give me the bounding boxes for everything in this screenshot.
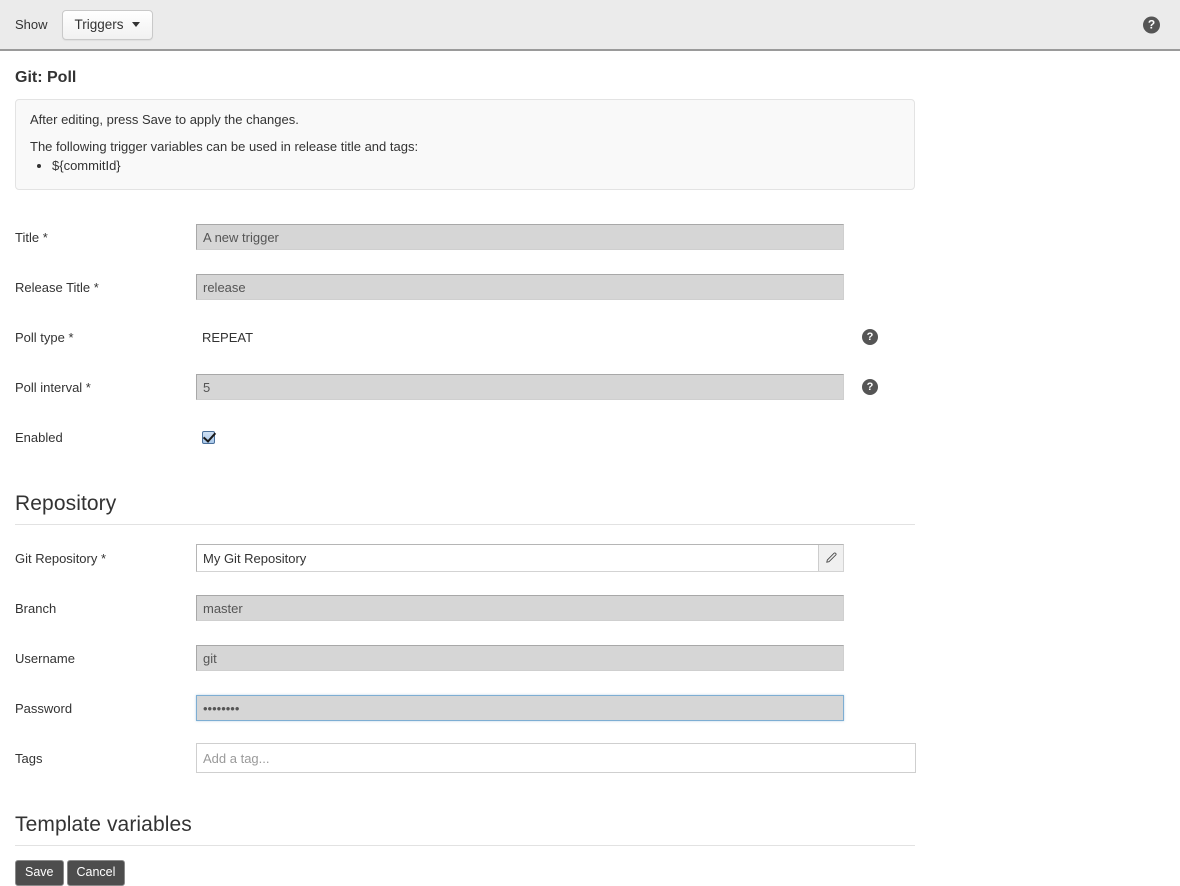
form-row-branch: Branch: [15, 583, 1165, 633]
poll-type-value: REPEAT: [202, 329, 254, 345]
poll-type-help-icon[interactable]: ?: [862, 329, 878, 345]
info-box-line-1: After editing, press Save to apply the c…: [30, 112, 299, 127]
form-row-title: Title *: [15, 212, 1165, 262]
template-variables-section-heading: Template variables: [15, 813, 192, 836]
repository-section-heading: Repository: [15, 492, 117, 515]
triggers-dropdown-label: Triggers: [74, 17, 124, 32]
repository-section-divider: [15, 524, 915, 525]
password-input[interactable]: [196, 695, 844, 721]
form-row-tags: Tags: [15, 733, 1165, 783]
title-input[interactable]: [196, 224, 844, 250]
poll-type-label: Poll type *: [15, 329, 74, 345]
release-title-label: Release Title *: [15, 279, 99, 295]
git-repository-input[interactable]: [197, 545, 818, 571]
show-label: Show: [15, 17, 48, 32]
template-variables-section-divider: [15, 845, 915, 846]
save-button[interactable]: Save: [15, 860, 64, 886]
cancel-button[interactable]: Cancel: [66, 860, 126, 886]
poll-interval-input[interactable]: [196, 374, 844, 400]
chevron-down-icon: [131, 22, 140, 27]
help-circle-icon[interactable]: ?: [1143, 16, 1160, 33]
page-content: Git: Poll After editing, press Save to a…: [0, 69, 1180, 886]
enabled-label: Enabled: [15, 429, 63, 445]
form-row-password: Password: [15, 683, 1165, 733]
password-label: Password: [15, 700, 73, 716]
top-toolbar: Show Triggers ?: [0, 0, 1180, 51]
info-box: After editing, press Save to apply the c…: [15, 99, 915, 190]
form-row-git-repository: Git Repository *: [15, 533, 1165, 583]
form-row-poll-type: Poll type * REPEAT ?: [15, 312, 1165, 362]
tags-input[interactable]: [196, 743, 916, 773]
username-label: Username: [15, 650, 75, 666]
tags-label: Tags: [15, 750, 43, 766]
form-actions: Save Cancel: [15, 860, 1165, 886]
triggers-dropdown-button[interactable]: Triggers: [61, 9, 153, 40]
branch-label: Branch: [15, 600, 57, 616]
form-row-poll-interval: Poll interval * ?: [15, 362, 1165, 412]
form-row-release-title: Release Title *: [15, 262, 1165, 312]
username-input[interactable]: [196, 645, 844, 671]
branch-input[interactable]: [196, 595, 844, 621]
enabled-checkbox[interactable]: [202, 430, 215, 444]
git-repository-label: Git Repository *: [15, 550, 107, 566]
page-title: Git: Poll: [15, 69, 77, 86]
release-title-input[interactable]: [196, 274, 844, 300]
git-repository-input-group: [196, 544, 844, 572]
poll-interval-help-icon[interactable]: ?: [862, 379, 878, 395]
info-box-line-2: The following trigger variables can be u…: [30, 139, 419, 154]
info-box-variable-list: ${commitId}: [30, 158, 900, 173]
form-row-username: Username: [15, 633, 1165, 683]
form-row-enabled: Enabled: [15, 412, 1165, 462]
pencil-icon[interactable]: [818, 545, 843, 571]
poll-interval-label: Poll interval *: [15, 379, 91, 395]
list-item: ${commitId}: [52, 158, 900, 173]
title-label: Title *: [15, 229, 48, 245]
